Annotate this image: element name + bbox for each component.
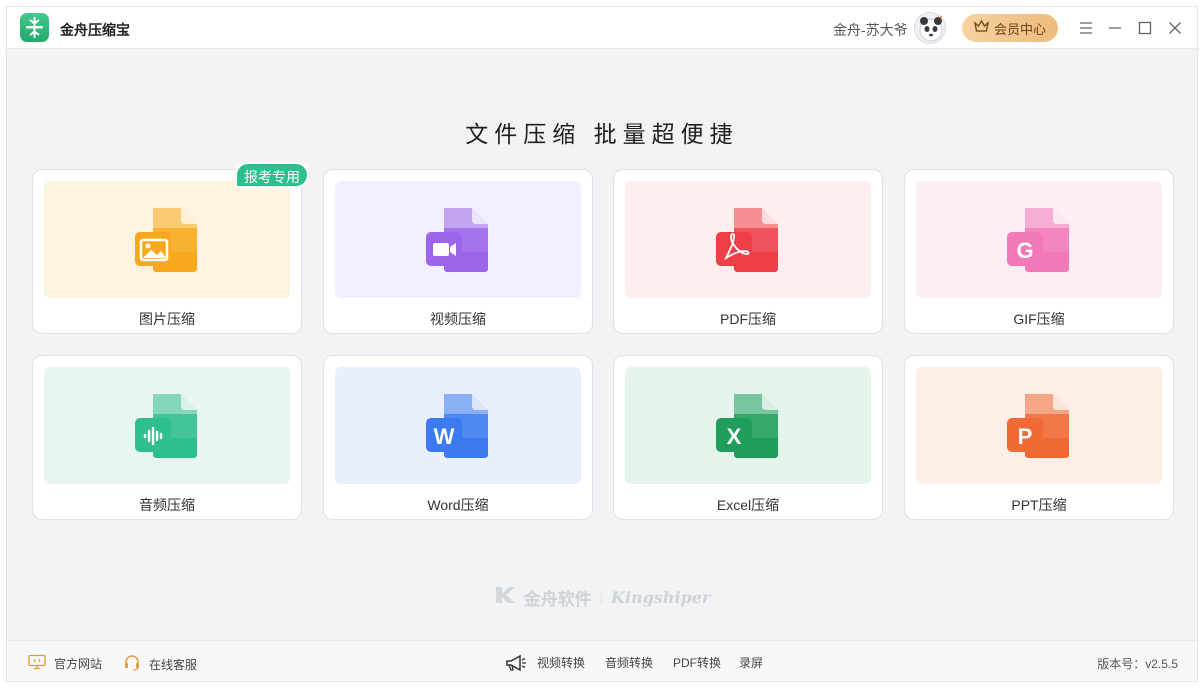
card-preview [44,367,290,484]
card-label: 视频压缩 [430,311,486,327]
card-preview: X [625,367,871,484]
tool-link-video-convert[interactable]: 视频转换 [537,654,585,671]
card-label: Word压缩 [427,497,489,513]
maximize-icon[interactable] [1134,17,1156,39]
card-preview: P [916,367,1162,484]
tool-label: PDF转换 [673,656,722,670]
official-site-link[interactable]: 官方网站 [28,654,102,673]
card-preview [625,181,871,298]
audio-compress-card[interactable]: 音频压缩 [32,355,302,520]
audio-file-icon [135,394,197,458]
page-headline: 文件压缩 批量超便捷 [465,121,739,147]
card-label: Excel压缩 [716,497,780,513]
minimize-icon[interactable] [1104,17,1126,39]
vip-center-button[interactable]: 会员中心 [962,14,1058,42]
video-file-icon [426,208,488,272]
excel-file-icon: X [716,394,778,458]
image-file-icon [135,208,197,272]
tool-link-pdf-convert[interactable]: PDF转换 [673,654,721,671]
app-window: 金舟压缩宝 金舟-苏大爷 会员中心 文件压缩 批量超便捷 图片压缩 报考专用 视… [6,6,1198,682]
card-label: 图片压缩 [139,311,195,327]
svg-text:W: W [434,424,455,449]
monitor-icon [28,654,46,673]
card-preview [335,181,581,298]
tool-label: 录屏 [739,656,764,670]
title-bar: 金舟压缩宝 金舟-苏大爷 会员中心 [7,7,1197,49]
tool-link-audio-convert[interactable]: 音频转换 [605,654,653,671]
avatar[interactable] [914,12,946,44]
card-label: PPT压缩 [1011,497,1067,513]
brand-name-en: Kingshiper [611,588,711,607]
card-preview: W [335,367,581,484]
online-service-label: 在线客服 [149,657,198,672]
pdf-compress-card[interactable]: PDF压缩 [613,169,883,334]
video-compress-card[interactable]: 视频压缩 [323,169,593,334]
card-label: 音频压缩 [139,497,195,513]
image-compress-card[interactable]: 图片压缩 报考专用 [32,162,309,334]
ppt-compress-card[interactable]: P PPT压缩 [904,355,1174,520]
tool-label: 视频转换 [537,656,586,670]
brand-watermark: 金舟软件 | Kingshiper [7,585,1197,610]
word-file-icon: W [426,394,488,458]
user-name[interactable]: 金舟-苏大爷 [833,20,908,40]
menu-icon[interactable] [1075,17,1097,39]
pdf-file-icon [716,208,778,272]
brand-name-cn: 金舟软件 [523,590,592,609]
svg-text:G: G [1016,238,1033,263]
official-site-label: 官方网站 [54,657,103,671]
card-label: PDF压缩 [720,311,776,327]
online-service-link[interactable]: 在线客服 [123,654,197,674]
megaphone-icon [505,654,527,672]
app-title: 金舟压缩宝 [60,22,130,38]
crown-icon [974,19,989,36]
app-logo-icon [20,13,49,42]
svg-text:P: P [1018,424,1033,449]
ppt-file-icon: P [1007,394,1069,458]
status-bar: 官方网站 在线客服 视频转换 音频转换 PDF转换 录屏 版本号：v2.5.5 [7,640,1197,681]
card-preview: G [916,181,1162,298]
card-preview [44,181,290,298]
svg-text:X: X [727,424,742,449]
word-compress-card[interactable]: W Word压缩 [323,355,593,520]
card-label: GIF压缩 [1013,311,1065,327]
excel-compress-card[interactable]: X Excel压缩 [613,355,883,520]
tool-label: 音频转换 [605,656,654,670]
tool-link-screen-record[interactable]: 录屏 [739,654,763,671]
brand-divider: | [599,590,604,605]
gif-file-icon: G [1007,208,1069,272]
brand-logo-icon [494,585,516,610]
exam-badge: 报考专用 [235,162,309,188]
close-icon[interactable] [1164,17,1186,39]
gif-compress-card[interactable]: G GIF压缩 [904,169,1174,334]
headset-icon [123,654,141,674]
version-label: 版本号：v2.5.5 [1097,657,1178,671]
vip-label: 会员中心 [993,21,1046,37]
